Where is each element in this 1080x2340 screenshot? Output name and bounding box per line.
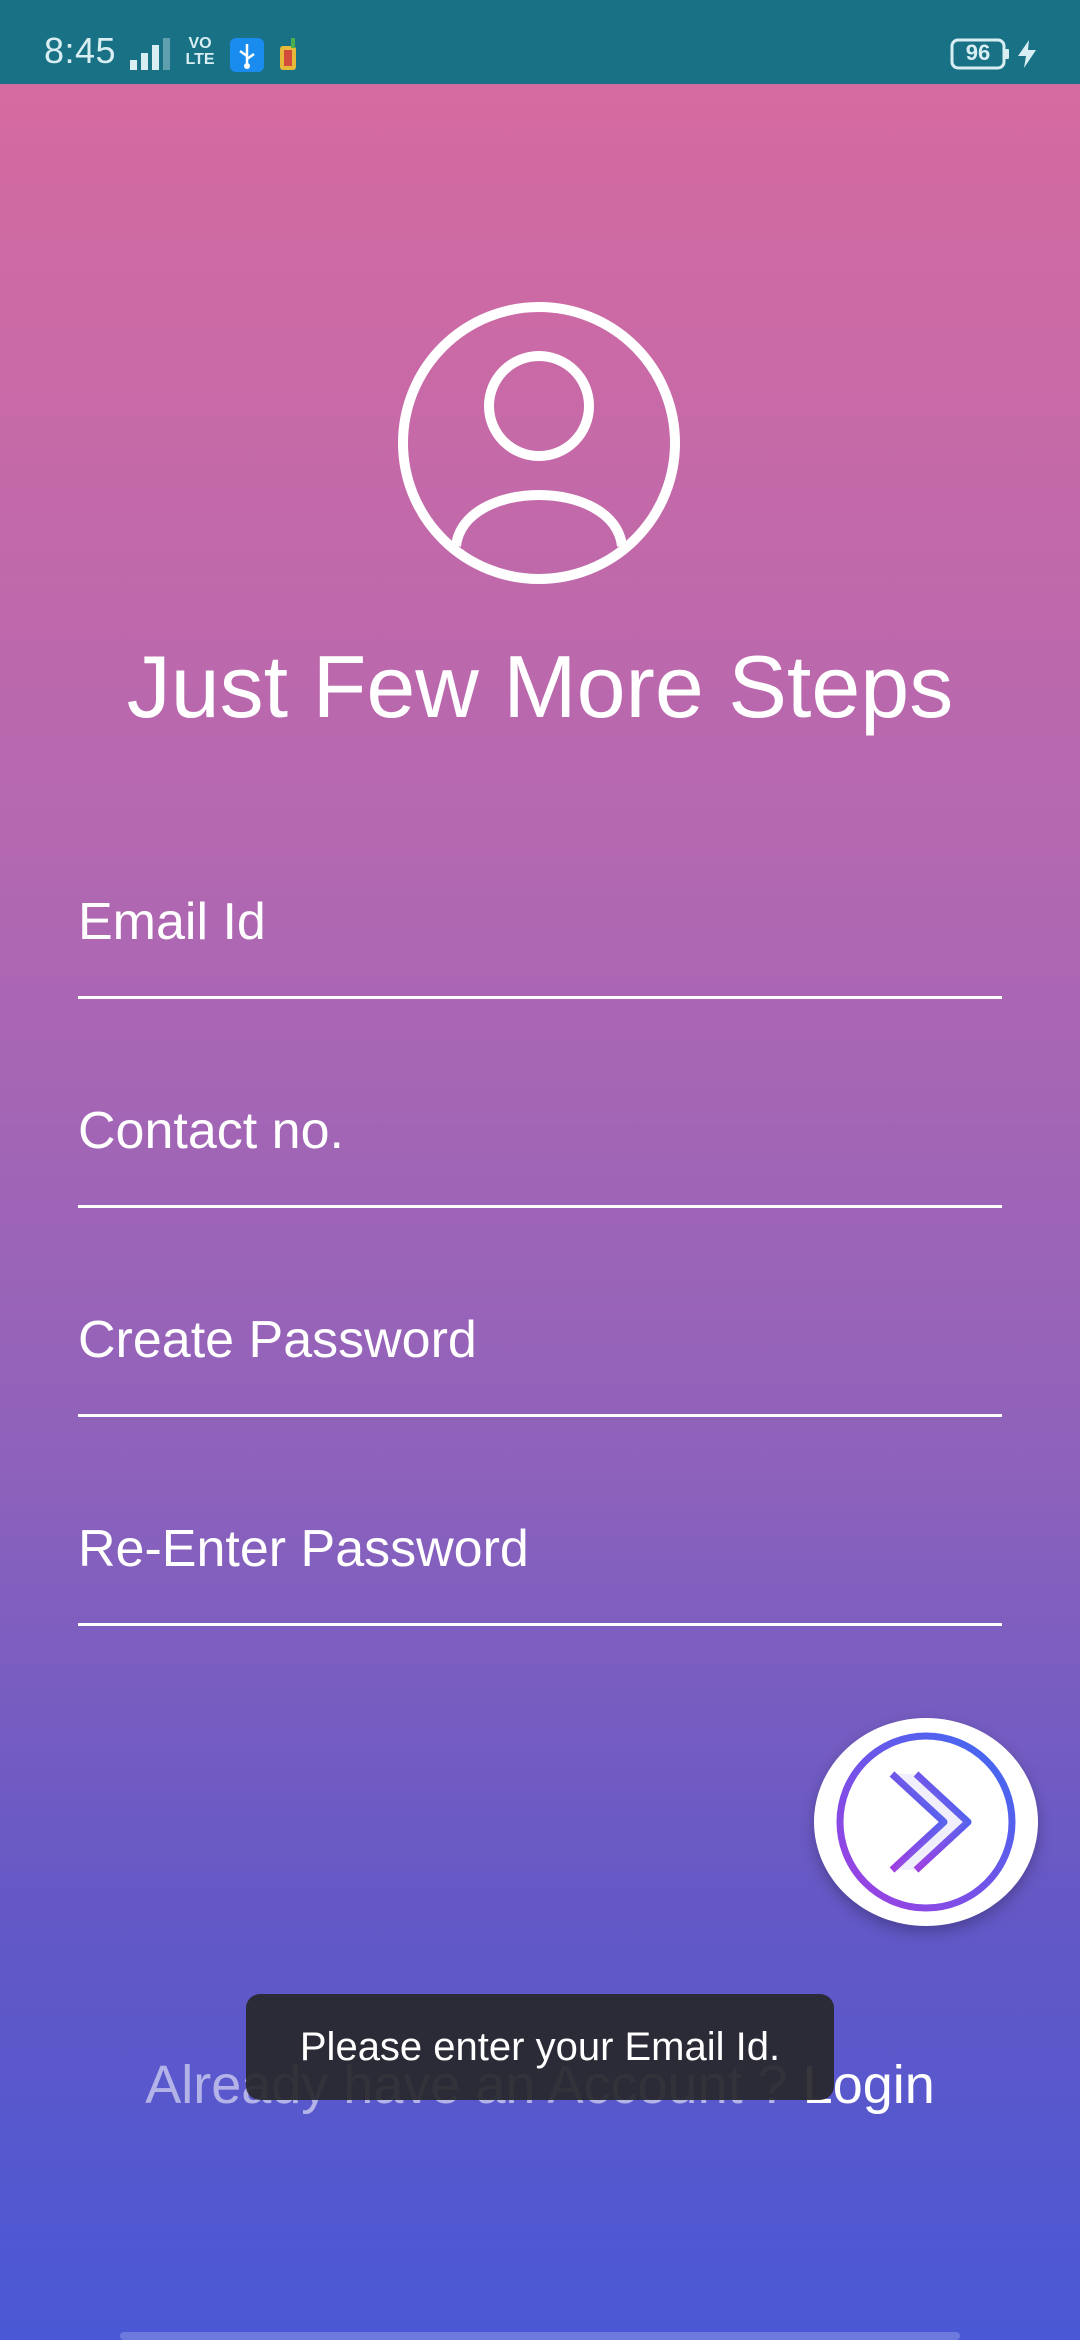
charging-bolt-icon — [1018, 40, 1036, 68]
page-title: Just Few More Steps — [126, 637, 954, 736]
signup-screen: 8:45 VO LTE 96 Just Few More Steps Email… — [0, 0, 1080, 2340]
contact-number-field[interactable] — [78, 1075, 1002, 1205]
reenter-password-field[interactable] — [78, 1493, 1002, 1623]
reenter-password-field-container — [78, 1493, 1002, 1626]
battery-level: 96 — [965, 40, 991, 65]
user-circle-icon — [398, 302, 680, 584]
toast-text: Please enter your Email Id. — [299, 2024, 781, 2069]
home-indicator — [120, 2332, 960, 2340]
status-time: 8:45 — [44, 30, 117, 71]
contact-field-container — [78, 1075, 1002, 1208]
status-bar: 8:45 VO LTE 96 — [0, 0, 1080, 84]
next-button[interactable] — [814, 1718, 1038, 1926]
email-field-container — [78, 866, 1002, 999]
usb-icon — [230, 38, 264, 72]
toast-message: Please enter your Email Id. — [246, 1994, 834, 2100]
app-notification-icon — [280, 38, 296, 70]
volte-icon: VO LTE — [185, 35, 215, 68]
password-field-container — [78, 1284, 1002, 1417]
email-field[interactable] — [78, 866, 1002, 996]
signal-icon — [130, 38, 170, 70]
double-chevron-right-icon — [836, 1732, 1016, 1912]
create-password-field[interactable] — [78, 1284, 1002, 1414]
